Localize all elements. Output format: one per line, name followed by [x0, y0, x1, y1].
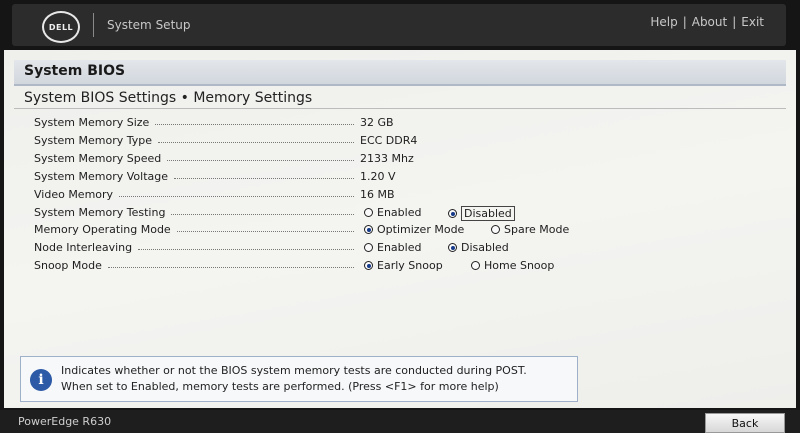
setting-row-snoop-mode: Snoop Mode Early Snoop Home Snoop: [34, 259, 754, 277]
page-header-bar: System BIOS: [14, 60, 786, 86]
radio-unselected-icon: [364, 243, 373, 252]
radio-option-disabled[interactable]: Disabled: [448, 241, 509, 254]
radio-label: Early Snoop: [377, 259, 443, 272]
setting-label: System Memory Testing: [34, 206, 166, 219]
radio-option-early-snoop[interactable]: Early Snoop: [364, 259, 443, 272]
back-button[interactable]: Back: [705, 413, 785, 433]
radio-label: Disabled: [461, 206, 515, 221]
setting-label: Snoop Mode: [34, 259, 102, 272]
setting-value: 1.20 V: [360, 170, 396, 183]
setting-label: System Memory Size: [34, 116, 150, 129]
title-separator: [93, 13, 94, 37]
exit-link[interactable]: Exit: [741, 15, 764, 29]
radio-label: Disabled: [461, 241, 509, 254]
setting-row-memory-voltage: System Memory Voltage 1.20 V: [34, 170, 754, 188]
help-line-1: Indicates whether or not the BIOS system…: [61, 364, 527, 377]
radio-label: Enabled: [377, 241, 422, 254]
radio-option-home-snoop[interactable]: Home Snoop: [471, 259, 554, 272]
setting-row-memory-testing: System Memory Testing Enabled Disabled: [34, 206, 754, 224]
setting-label: System Memory Speed: [34, 152, 162, 165]
setting-row-memory-type: System Memory Type ECC DDR4: [34, 134, 754, 152]
help-box: i Indicates whether or not the BIOS syst…: [20, 356, 578, 402]
help-line-2: When set to Enabled, memory tests are pe…: [61, 380, 499, 393]
help-text: Indicates whether or not the BIOS system…: [61, 363, 527, 395]
radio-selected-icon: [448, 243, 457, 252]
link-divider: |: [732, 15, 737, 29]
setting-label: Memory Operating Mode: [34, 223, 171, 236]
radio-label: Home Snoop: [484, 259, 555, 272]
radio-label: Optimizer Mode: [377, 223, 465, 236]
setting-label: System Memory Voltage: [34, 170, 169, 183]
setting-value: 2133 Mhz: [360, 152, 414, 165]
radio-unselected-icon: [364, 208, 373, 217]
radio-unselected-icon: [491, 225, 500, 234]
radio-selected-icon: [364, 225, 373, 234]
help-link[interactable]: Help: [650, 15, 677, 29]
setting-value: 32 GB: [360, 116, 394, 129]
radio-label: Enabled: [377, 206, 422, 219]
page-title: System BIOS: [24, 63, 126, 79]
setting-value: 16 MB: [360, 188, 395, 201]
setting-row-memory-operating-mode: Memory Operating Mode Optimizer Mode Spa…: [34, 223, 754, 241]
radio-label: Spare Mode: [504, 223, 570, 236]
main-panel: System BIOS System BIOS Settings • Memor…: [4, 50, 796, 408]
radio-option-disabled[interactable]: Disabled: [448, 206, 515, 221]
title-bar: DELL System Setup Help | About | Exit: [12, 4, 786, 46]
setting-value: ECC DDR4: [360, 134, 418, 147]
setting-row-node-interleaving: Node Interleaving Enabled Disabled: [34, 241, 754, 259]
top-links: Help | About | Exit: [650, 15, 764, 29]
radio-selected-icon: [364, 261, 373, 270]
radio-option-enabled[interactable]: Enabled: [364, 206, 421, 219]
info-icon: i: [30, 369, 52, 391]
setting-row-memory-size: System Memory Size 32 GB: [34, 116, 754, 134]
setting-label: Video Memory: [34, 188, 114, 201]
setting-label: System Memory Type: [34, 134, 153, 147]
radio-unselected-icon: [471, 261, 480, 270]
radio-option-optimizer-mode[interactable]: Optimizer Mode: [364, 223, 464, 236]
dell-logo: DELL: [42, 11, 80, 43]
setting-row-video-memory: Video Memory 16 MB: [34, 188, 754, 206]
model-name: PowerEdge R630: [18, 415, 112, 428]
setting-label: Node Interleaving: [34, 241, 133, 254]
radio-option-enabled[interactable]: Enabled: [364, 241, 421, 254]
subtitle-divider: [14, 108, 786, 109]
setting-row-memory-speed: System Memory Speed 2133 Mhz: [34, 152, 754, 170]
section-subtitle: System BIOS Settings • Memory Settings: [24, 90, 313, 106]
footer-bar: PowerEdge R630 Back: [0, 410, 800, 433]
app-title: System Setup: [107, 18, 191, 32]
link-divider: |: [682, 15, 687, 29]
about-link[interactable]: About: [692, 15, 727, 29]
radio-selected-icon: [448, 209, 457, 218]
radio-option-spare-mode[interactable]: Spare Mode: [491, 223, 569, 236]
